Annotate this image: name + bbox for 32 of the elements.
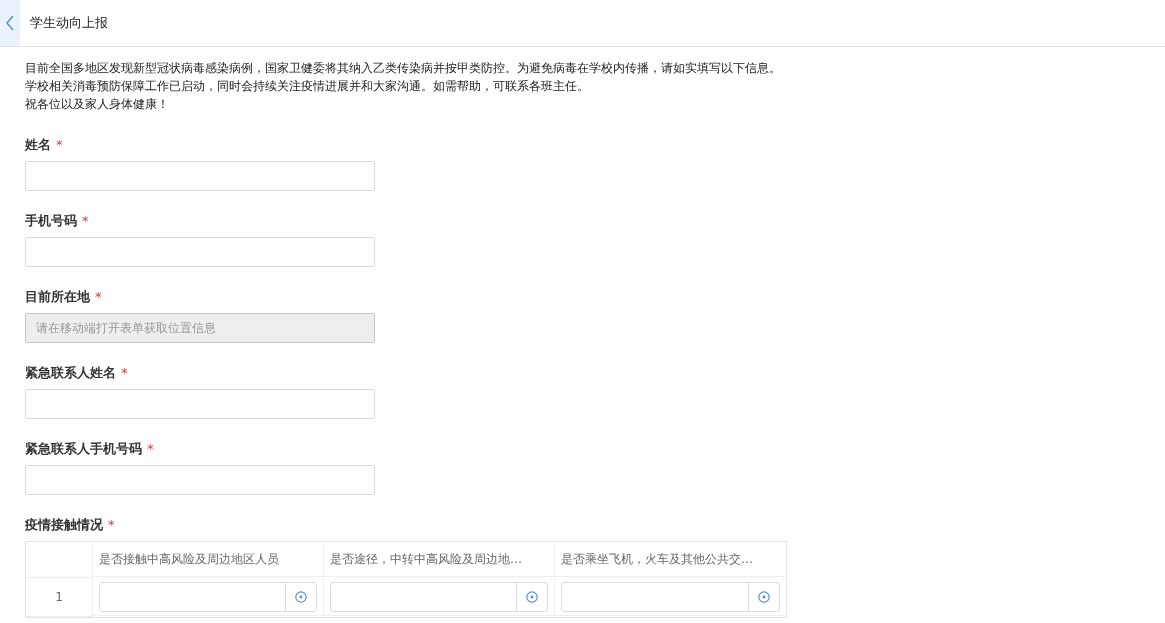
input-field[interactable]: [25, 161, 375, 191]
field-label: 紧急联系人手机号码: [25, 441, 142, 457]
required-mark: *: [147, 441, 154, 457]
select-field[interactable]: [99, 581, 317, 612]
intro-text: 祝各位以及家人身体健康！: [25, 96, 170, 113]
column-header: 是否途径，中转中高风险及周边地…: [324, 542, 555, 577]
column-header: 是否接触中高风险及周边地区人员: [93, 542, 324, 577]
select-field[interactable]: [561, 581, 780, 612]
target-icon: [526, 590, 538, 603]
input-field[interactable]: [25, 237, 375, 267]
intro-text: 学校相关消毒预防保障工作已启动，同时会持续关注疫情进展并和大家沟通。如需帮助，可联系各班主任。: [25, 78, 590, 95]
required-mark: *: [121, 365, 128, 381]
input-field[interactable]: [25, 465, 375, 495]
intro-text: 目前全国多地区发现新型冠状病毒感染病例，国家卫健委将其纳入乙类传染病并按甲类防控。为避免病毒在学校内传播，请如实填写以下信息。: [25, 60, 782, 77]
field-label: 目前所在地: [25, 289, 90, 305]
row-number: 1: [26, 578, 93, 617]
field-label: 手机号码: [25, 213, 77, 229]
chevron-left-icon: [5, 15, 15, 31]
select-field[interactable]: [330, 581, 548, 612]
target-icon: [295, 590, 307, 603]
column-header: 是否乘坐飞机，火车及其他公共交…: [555, 542, 786, 577]
field-label: 疫情接触情况: [25, 517, 103, 533]
field-label: 姓名: [25, 137, 51, 153]
back-button[interactable]: [0, 0, 20, 46]
required-mark: *: [82, 213, 89, 229]
page-title: 学生动向上报: [30, 14, 108, 32]
field-label: 紧急联系人姓名: [25, 365, 116, 381]
target-icon: [758, 590, 770, 603]
input-field[interactable]: [25, 389, 375, 419]
required-mark: *: [56, 137, 63, 153]
required-mark: *: [108, 517, 115, 533]
required-mark: *: [95, 289, 102, 305]
